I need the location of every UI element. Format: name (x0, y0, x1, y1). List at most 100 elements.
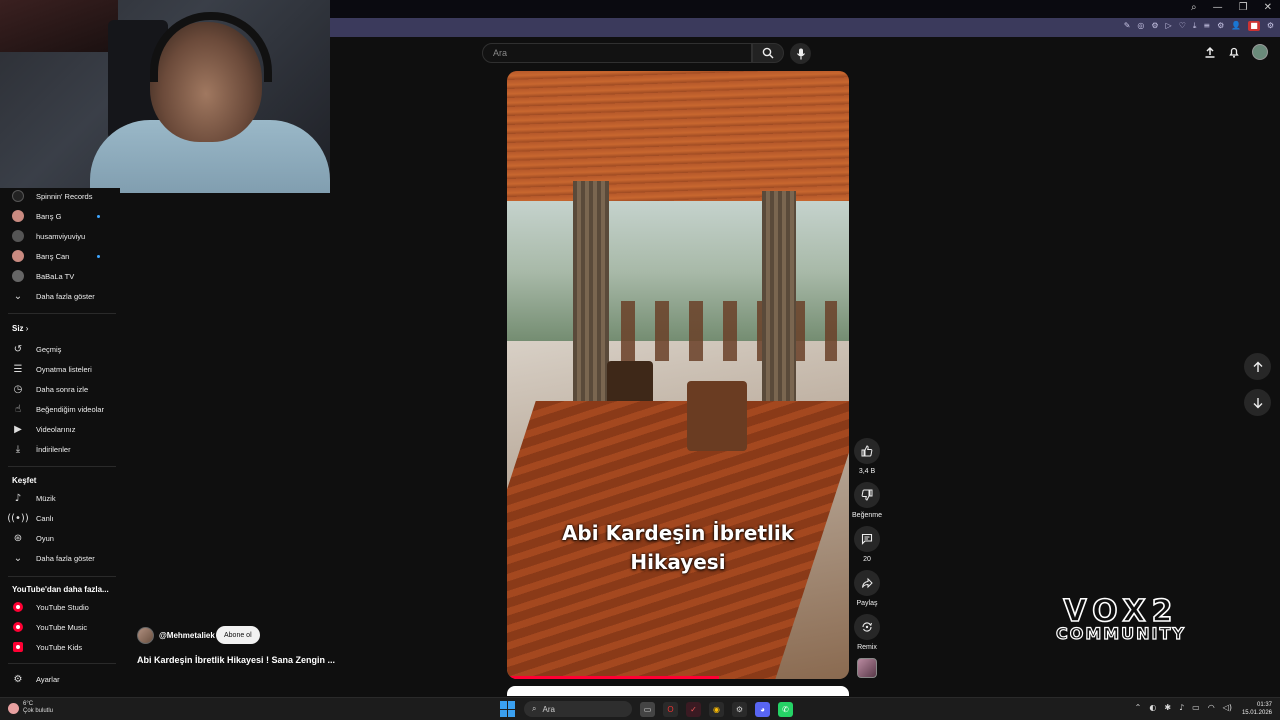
like-count: 3,4 B (858, 468, 876, 475)
sidebar-show-more-explore[interactable]: ⌄ Daha fazla göster (0, 548, 120, 568)
wall-poster (0, 0, 118, 52)
header-actions (1204, 44, 1268, 60)
new-content-dot (97, 254, 100, 258)
dislike-button[interactable]: Beğenme (852, 482, 882, 519)
whatsapp-icon[interactable]: ✆ (778, 701, 793, 717)
menu-icon[interactable]: ≡ (1203, 21, 1210, 31)
watermark-line2: COMMUNITY (1055, 624, 1187, 643)
clock-time: 01:37 (1256, 702, 1272, 708)
extension-badge-icon[interactable]: ■ (1248, 21, 1260, 31)
search-icon: ⌕ (532, 704, 537, 713)
caption-line: Abi Kardeşin İbretlik (561, 521, 795, 545)
wifi-icon[interactable]: ◠ (1208, 703, 1215, 712)
video-title[interactable]: Abi Kardeşin İbretlik Hikayesi ! Sana Ze… (137, 655, 335, 665)
sidebar-item-liked[interactable]: ☝ Beğendiğim videolar (0, 399, 120, 419)
upload-icon[interactable] (1204, 46, 1216, 58)
chevron-up-icon[interactable]: ⌃ (1135, 703, 1142, 712)
sidebar-item-label: YouTube Studio (36, 602, 89, 612)
gear-icon[interactable]: ⚙ (1217, 21, 1224, 31)
sidebar-item-label: Daha sonra izle (36, 384, 89, 394)
sidebar-sub-husam[interactable]: husamviyuviyu (0, 226, 120, 246)
bluetooth-icon[interactable]: ✱ (1164, 703, 1171, 712)
opera-icon[interactable]: O (663, 701, 678, 717)
volume-icon[interactable]: ◁) (1223, 703, 1232, 712)
sidebar-item-playlists[interactable]: ☰ Oynatma listeleri (0, 359, 120, 379)
sidebar-sub-spinnin[interactable]: Spinnin' Records (0, 186, 120, 206)
maximize-button[interactable]: ❐ (1239, 2, 1248, 13)
sidebar-item-gaming[interactable]: ⊛ Oyun (0, 528, 120, 548)
channel-avatar (12, 190, 24, 202)
sidebar-item-label: Oynatma listeleri (36, 364, 92, 374)
search-input[interactable]: Ara (482, 43, 752, 63)
video-progress-bar[interactable] (507, 676, 720, 679)
tray-app-icon[interactable]: ◐ (1149, 703, 1156, 712)
comment-count: 20 (863, 556, 871, 563)
sidebar-sub-babala[interactable]: BaBaLa TV (0, 266, 120, 286)
sidebar-item-label: Ayarlar (36, 674, 60, 684)
next-short-preview[interactable] (507, 686, 849, 696)
sidebar-item-downloads[interactable]: ⤓ İndirilenler (0, 439, 120, 459)
previous-short-button[interactable] (1244, 353, 1271, 380)
sidebar-item-label: Canlı (36, 513, 54, 523)
heart-icon[interactable]: ♡ (1179, 21, 1186, 31)
share-button[interactable]: Paylaş (852, 570, 882, 607)
network-icon[interactable]: ▭ (1192, 703, 1200, 712)
you-section-heading[interactable]: Siz › (12, 324, 28, 333)
remix-label: Remix (857, 644, 877, 651)
camera-icon[interactable]: ◎ (1137, 21, 1144, 31)
channel-handle[interactable]: @Mehmetaliek (159, 631, 215, 640)
chevron-down-icon: ⌄ (13, 290, 23, 302)
task-view-icon[interactable]: ▭ (640, 701, 655, 717)
search-icon[interactable]: ⌕ (1191, 2, 1197, 13)
weather-temp: 6°C (23, 701, 34, 707)
taskbar-clock[interactable]: 01:37 15.01.2026 (1242, 701, 1272, 717)
play-icon[interactable]: ▷ (1166, 21, 1172, 31)
next-short-button[interactable] (1244, 389, 1271, 416)
more-from-youtube-heading: YouTube'dan daha fazla... (12, 585, 109, 594)
notifications-icon[interactable] (1228, 46, 1240, 58)
account-avatar[interactable] (1252, 44, 1268, 60)
windows-start-icon[interactable] (500, 701, 516, 717)
sidebar-item-yt-music[interactable]: YouTube Music (0, 617, 120, 637)
webcam-overlay (0, 0, 330, 193)
sound-thumbnail[interactable] (857, 658, 877, 678)
profile-icon[interactable]: 👤 (1231, 21, 1241, 31)
sidebar-item-music[interactable]: ♪ Müzik (0, 488, 120, 508)
sidebar-item-label: Beğendiğim videolar (36, 404, 104, 414)
discord-icon[interactable]: ◕ (755, 701, 770, 717)
sidebar-sub-baris-g[interactable]: Barış G (0, 206, 120, 226)
microphone-icon[interactable]: ♪ (1179, 703, 1184, 712)
sidebar-item-yt-studio[interactable]: YouTube Studio (0, 597, 120, 617)
headset (150, 12, 272, 82)
download-icon[interactable]: ⤓ (1193, 21, 1197, 31)
taskbar-search[interactable]: ⌕ Ara (524, 701, 632, 717)
comments-button[interactable]: 20 (852, 526, 882, 563)
remix-button[interactable]: Remix (852, 614, 882, 651)
app-icon[interactable]: ✓ (686, 701, 701, 717)
edit-icon[interactable]: ✎ (1124, 21, 1131, 31)
sidebar-sub-baris-can[interactable]: Barış Can (0, 246, 120, 266)
sidebar-item-your-videos[interactable]: ▶ Videolarınız (0, 419, 120, 439)
channel-avatar[interactable] (137, 627, 154, 644)
minimize-button[interactable]: — (1213, 2, 1223, 13)
sidebar-item-watch-later[interactable]: ◷ Daha sonra izle (0, 379, 120, 399)
sidebar-item-live[interactable]: ((•)) Canlı (0, 508, 120, 528)
like-button[interactable]: 3,4 B (852, 438, 882, 475)
settings-icon[interactable]: ⚙ (1151, 21, 1158, 31)
sidebar-item-history[interactable]: ↺ Geçmiş (0, 339, 120, 359)
voice-search-button[interactable] (790, 43, 811, 64)
settings-icon[interactable]: ⚙ (732, 701, 747, 717)
sidebar-show-more-subs[interactable]: ⌄ Daha fazla göster (0, 286, 120, 306)
chrome-icon[interactable]: ◉ (709, 701, 724, 717)
extension-gear-icon[interactable]: ⚙ (1267, 21, 1274, 31)
weather-widget[interactable]: 6°C Çok bulutlu (8, 701, 53, 715)
close-button[interactable]: ✕ (1264, 2, 1272, 13)
sidebar-item-settings[interactable]: ⚙ Ayarlar (0, 669, 120, 689)
short-video-player[interactable]: Abi Kardeşin İbretlik Hikayesi (507, 71, 849, 679)
sidebar-item-label: YouTube Music (36, 622, 88, 632)
subscribe-button[interactable]: Abone ol (216, 626, 260, 644)
search-button[interactable] (752, 43, 784, 63)
new-content-dot (97, 214, 100, 218)
sidebar-item-yt-kids[interactable]: YouTube Kids (0, 637, 120, 657)
section-title: Siz (12, 324, 24, 333)
